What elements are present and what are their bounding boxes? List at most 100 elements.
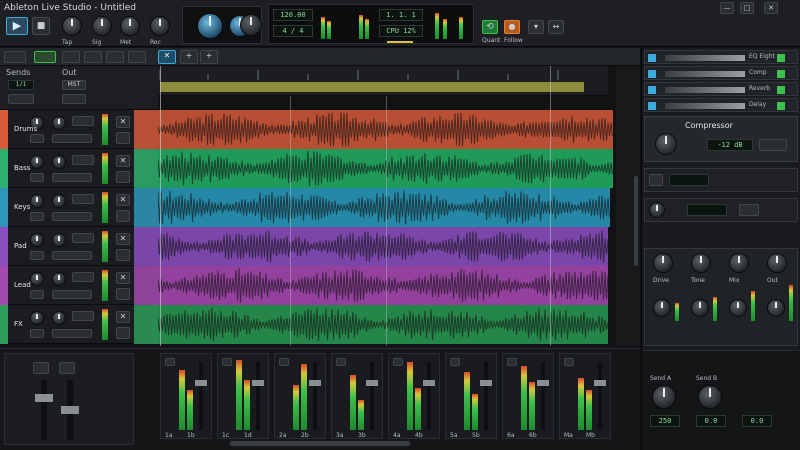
track-volume-knob[interactable] (30, 233, 44, 247)
channel-fader-cap[interactable] (309, 380, 321, 386)
play-button[interactable]: ▶ (6, 17, 28, 35)
channel-arm-button[interactable] (165, 358, 175, 366)
device-power-icon[interactable] (648, 70, 656, 78)
channel-fader[interactable] (484, 362, 488, 430)
track-fold-button[interactable] (116, 210, 130, 222)
channel-fader[interactable] (427, 362, 431, 430)
track-solo-button[interactable] (30, 173, 44, 182)
track-pan-knob[interactable] (52, 233, 66, 247)
stop-button[interactable]: ■ (32, 17, 50, 35)
track-menu-button[interactable]: ✕ (116, 272, 130, 284)
track-solo-button[interactable] (30, 212, 44, 221)
track-fold-button[interactable] (116, 249, 130, 261)
macro-knob[interactable] (767, 253, 787, 273)
input-toggle[interactable] (8, 94, 34, 104)
track-menu-button[interactable]: ✕ (116, 116, 130, 128)
track-volume-knob[interactable] (30, 194, 44, 208)
channel-arm-button[interactable] (393, 358, 403, 366)
device-list-item[interactable]: Reverb (644, 82, 798, 96)
cue-fader-cap[interactable] (61, 406, 79, 414)
track-mute-button[interactable] (72, 194, 94, 204)
macro-knob-2[interactable] (691, 299, 709, 317)
loop-region[interactable] (160, 82, 584, 92)
position-display[interactable]: 1. 1. 1 (379, 9, 423, 21)
channel-arm-button[interactable] (450, 358, 460, 366)
maximize-button[interactable]: □ (740, 2, 754, 14)
sends-value[interactable]: 1/1 (8, 80, 34, 90)
select-tool[interactable]: ✕ (158, 50, 176, 64)
track-pan-knob[interactable] (52, 155, 66, 169)
channel-arm-button[interactable] (507, 358, 517, 366)
track-lane-2[interactable] (158, 188, 610, 227)
send-a-knob[interactable] (652, 385, 676, 409)
master-knob[interactable] (197, 13, 223, 39)
track-arm-button[interactable] (52, 290, 92, 299)
arrow-button[interactable]: ↔ (548, 20, 564, 34)
track-clip-handle[interactable] (134, 227, 158, 266)
master-fader-cap[interactable] (35, 394, 53, 402)
track-fold-button[interactable] (116, 171, 130, 183)
arrange-tool-3[interactable] (62, 51, 80, 63)
out-select[interactable]: MST (62, 80, 86, 90)
track-menu-button[interactable]: ✕ (116, 155, 130, 167)
track-volume-knob[interactable] (30, 155, 44, 169)
macro-knob-2[interactable] (729, 299, 747, 317)
track-arm-button[interactable] (52, 173, 92, 182)
track-pan-knob[interactable] (52, 272, 66, 286)
channel-fader[interactable] (313, 362, 317, 430)
channel-fader[interactable] (199, 362, 203, 430)
channel-fader-cap[interactable] (252, 380, 264, 386)
track-lane-5[interactable] (158, 305, 608, 344)
device-arm[interactable] (777, 102, 785, 110)
dropdown-button[interactable]: ▾ (528, 20, 544, 34)
track-mute-button[interactable] (72, 272, 94, 282)
device-row-2-value[interactable] (669, 174, 709, 186)
channel-fader-cap[interactable] (480, 380, 492, 386)
master-solo[interactable] (33, 362, 49, 374)
close-button[interactable]: ✕ (764, 2, 778, 14)
channel-fader[interactable] (598, 362, 602, 430)
pan-knob[interactable] (92, 16, 112, 36)
track-mute-button[interactable] (72, 311, 94, 321)
send-b-knob[interactable] (698, 385, 722, 409)
track-lane-4[interactable] (158, 266, 608, 305)
record-button[interactable]: ● (504, 20, 520, 34)
device-row-3-toggle[interactable] (739, 204, 759, 216)
track-pan-knob[interactable] (52, 311, 66, 325)
vertical-scrollbar[interactable] (634, 176, 638, 266)
master-mute[interactable] (59, 362, 75, 374)
device-power-icon[interactable] (648, 54, 656, 62)
track-volume-knob[interactable] (30, 311, 44, 325)
track-fold-button[interactable] (116, 132, 130, 144)
device-arm[interactable] (777, 70, 785, 78)
device-row-3-value[interactable] (687, 204, 727, 216)
track-clip-handle[interactable] (134, 305, 158, 344)
track-arm-button[interactable] (52, 251, 92, 260)
device-value[interactable]: -12 dB (707, 139, 753, 151)
track-mute-button[interactable] (72, 233, 94, 243)
track-arm-button[interactable] (52, 134, 92, 143)
device-arm[interactable] (777, 54, 785, 62)
device-power-icon[interactable] (648, 102, 656, 110)
loop-button[interactable]: ⟲ (482, 20, 498, 34)
device-list-item[interactable]: EQ Eight (644, 50, 798, 64)
device-row-3-knob[interactable] (649, 202, 665, 218)
track-clip-handle[interactable] (134, 110, 158, 149)
arrange-tool-1[interactable] (4, 51, 26, 63)
macro-knob-2[interactable] (767, 299, 785, 317)
arrange-tool-2[interactable] (34, 51, 56, 63)
timeline-ruler[interactable] (158, 66, 608, 96)
track-arm-button[interactable] (52, 329, 92, 338)
track-clip-handle[interactable] (134, 266, 158, 305)
arrange-tool-5[interactable] (106, 51, 124, 63)
channel-fader-cap[interactable] (594, 380, 606, 386)
groove-knob[interactable] (150, 16, 170, 36)
send-value-3[interactable]: 0.0 (742, 415, 772, 427)
channel-fader-cap[interactable] (195, 380, 207, 386)
track-menu-button[interactable]: ✕ (116, 311, 130, 323)
track-menu-button[interactable]: ✕ (116, 233, 130, 245)
channel-fader[interactable] (256, 362, 260, 430)
channel-arm-button[interactable] (279, 358, 289, 366)
device-toggle[interactable] (759, 139, 787, 151)
mixer-scrollbar[interactable] (230, 441, 410, 446)
